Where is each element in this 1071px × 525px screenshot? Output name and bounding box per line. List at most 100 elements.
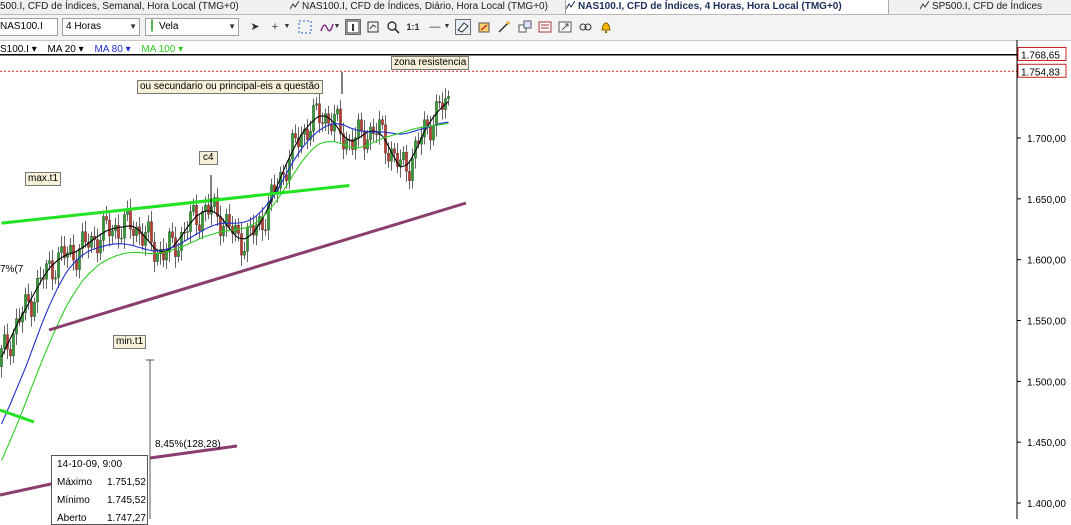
pointer-icon[interactable]: ➤: [248, 20, 262, 34]
candle-body: [0, 348, 3, 367]
tab-nas100-4h[interactable]: NAS100.I, CFD de Índices, 4 Horas, Hora …: [565, 0, 889, 14]
candle-body: [318, 103, 321, 123]
candle-body: [78, 248, 81, 270]
candle-body: [234, 224, 237, 234]
candle-body: [228, 214, 231, 227]
symbol-select[interactable]: NAS100.I: [0, 18, 58, 36]
candle-body: [381, 119, 384, 125]
candle-body: [171, 231, 174, 238]
candle-body: [195, 205, 198, 225]
studies-legend: S100.I ▾ MA 20 ▾ MA 80 ▾ MA 100 ▾: [0, 43, 191, 56]
candle-body: [279, 172, 282, 189]
candle-body: [306, 128, 309, 140]
zoom-icon[interactable]: [386, 20, 400, 34]
y-tick-label: 1.700,00: [1027, 134, 1066, 145]
chart-type-select[interactable]: ┃ Vela ▼: [145, 18, 239, 36]
candle-body: [270, 184, 273, 203]
template-icon[interactable]: [538, 20, 552, 34]
candle-body: [123, 214, 126, 239]
properties-icon[interactable]: [477, 20, 491, 34]
link-chart-icon[interactable]: [518, 20, 532, 34]
y-tick-label: 1.600,00: [1027, 256, 1066, 267]
tab-sp500[interactable]: SP500.I, CFD de Índices: [919, 0, 1071, 14]
candle-body: [372, 126, 375, 134]
magic-wand-icon[interactable]: [497, 20, 511, 34]
candle-body: [225, 214, 228, 227]
candle-body: [282, 172, 285, 175]
candle-body: [138, 226, 141, 235]
candle-body: [42, 277, 45, 280]
candle-body: [237, 224, 240, 234]
eraser-icon[interactable]: [455, 19, 471, 35]
indicator-icon[interactable]: [320, 20, 334, 34]
question-annotation[interactable]: ou secundario ou principal-eis a questão: [137, 80, 323, 94]
y-tick-label: 1.450,00: [1027, 438, 1066, 449]
candle-body: [63, 246, 66, 258]
ratio-button[interactable]: 1:1: [405, 20, 421, 34]
ma100-study-label[interactable]: MA 100 ▾: [141, 44, 183, 55]
candle-body: [183, 231, 186, 234]
candle-body: [111, 230, 114, 237]
candle-body: [126, 209, 129, 215]
candle-body: [39, 277, 42, 279]
cursor-data-icon[interactable]: [366, 20, 380, 34]
timeframe-select[interactable]: 4 Horas ▼: [62, 18, 140, 36]
candle-body: [312, 105, 315, 132]
info-icon[interactable]: [345, 19, 361, 35]
max-t1-label[interactable]: max.t1: [25, 172, 62, 186]
grid-icon[interactable]: [298, 20, 312, 34]
alert-bell-icon[interactable]: [599, 20, 613, 34]
candle-body: [357, 119, 360, 138]
zona-resistencia-label[interactable]: zona resistencia: [391, 56, 470, 70]
tooltip-date: 14-10-09, 9:00: [57, 459, 123, 470]
chevron-down-icon[interactable]: ▼: [283, 20, 291, 34]
candle-body: [303, 128, 306, 135]
candle-body: [213, 197, 216, 207]
chevron-down-icon[interactable]: ▼: [443, 20, 451, 34]
y-tick-label: 1.400,00: [1027, 499, 1066, 510]
tooltip-label: Mínimo: [57, 495, 90, 506]
candle-body: [9, 349, 12, 357]
candle-body: [99, 240, 102, 254]
candle-body: [117, 225, 120, 239]
candle-body: [396, 153, 399, 167]
price-tag-label: 1.768,65: [1021, 50, 1060, 61]
chevron-down-icon: ▼: [228, 22, 236, 31]
chart-icon: [289, 0, 300, 10]
candle-body: [360, 119, 363, 131]
candle-body: [231, 226, 234, 234]
tab-sp500-weekly[interactable]: 500.I, CFD de Índices, Semanal, Hora Loc…: [0, 0, 250, 14]
tooltip-value: 1.751,52: [107, 477, 146, 488]
candle-body: [321, 122, 324, 124]
line-tool-icon[interactable]: —: [428, 20, 442, 34]
candle-body: [33, 301, 36, 317]
candle-icon: ┃: [149, 21, 156, 32]
chart-icon: [565, 0, 576, 10]
candle-body: [315, 103, 318, 106]
candle-body: [219, 216, 222, 237]
candle-body: [147, 221, 150, 233]
candle-body: [135, 226, 138, 236]
export-icon[interactable]: [558, 20, 572, 34]
min-t1-label[interactable]: min.t1: [113, 335, 147, 349]
ma20-study-label[interactable]: MA 20 ▾: [48, 44, 84, 55]
candle-body: [423, 119, 426, 138]
candle-body: [414, 140, 417, 159]
link-icon[interactable]: [578, 20, 592, 34]
tooltip-value: 1.745,52: [107, 495, 146, 506]
candle-body: [252, 225, 255, 236]
candle-body: [399, 159, 402, 167]
green-trendline-lower: [0, 408, 35, 424]
candle-body: [432, 125, 435, 141]
crosshair-icon[interactable]: +: [268, 20, 282, 34]
tab-nas100-daily[interactable]: NAS100.I, CFD de Índices, Diário, Hora L…: [289, 0, 548, 14]
candle-body: [429, 125, 432, 141]
candle-body: [216, 197, 219, 217]
chevron-down-icon[interactable]: ▼: [333, 20, 341, 34]
green-trendline-upper: [1, 183, 350, 225]
ma80-study-label[interactable]: MA 80 ▾: [94, 44, 130, 55]
c4-label[interactable]: c4: [199, 151, 218, 165]
volume-study-label[interactable]: S100.I ▾: [0, 44, 37, 55]
candle-body: [330, 123, 333, 132]
candle-body: [165, 252, 168, 261]
